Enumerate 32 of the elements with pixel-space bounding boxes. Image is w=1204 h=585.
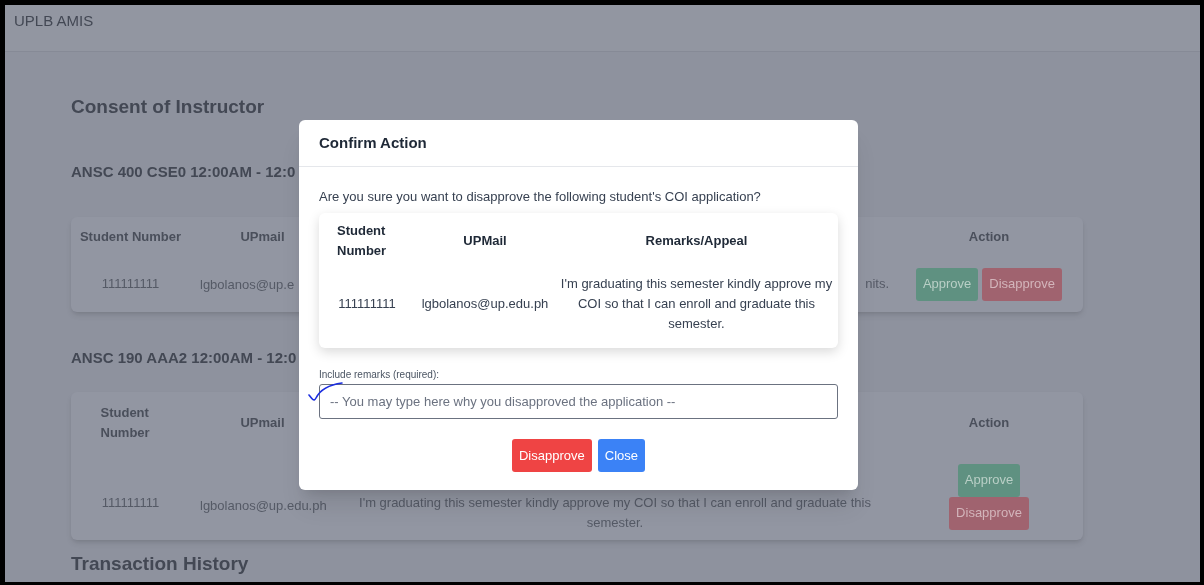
field-label: Include remarks (required): [319,368,440,382]
table-cell-text: 111111111 [101,493,160,512]
app-title: UPLB AMIS [14,12,94,29]
disapprove-button[interactable]: Disapprove [949,496,1029,530]
column-header: Student Number [100,403,151,442]
column-header: UPmail [240,413,285,432]
disapprove-button[interactable]: Disapprove [982,267,1063,301]
remarks-field[interactable]: -- You may type here why you disapproved the application -- [319,384,838,419]
table-cell-text: lgbolanos@up.edu.ph [421,295,549,313]
section-heading: Transaction History [71,552,249,574]
approve-button[interactable]: Approve [957,463,1021,497]
table-cell: lgbolanos@up.e [200,277,295,292]
column-header: Remarks/Appeal [645,232,748,250]
column-header: Action [968,227,1010,246]
approve-button[interactable]: Approve [915,267,979,301]
section-heading: ANSC 190 AAA2 12:00AM - 12:0 [71,347,297,368]
column-header: UPmail [240,227,285,246]
table-cell: lgbolanos@up.edu.ph [200,497,327,513]
close-button[interactable]: Close [597,439,645,472]
column-header: Student Number [337,222,388,260]
dialog-title: Confirm Action [319,132,427,153]
column-header: UPMail [463,232,507,250]
table-cell-text: I'm graduating this semester kindly approve my COI so that I can enroll and graduate this semester. [559,275,834,333]
section-heading: ANSC 400 CSE0 12:00AM - 12:0 [71,161,296,182]
table-cell-text: nits. [865,275,889,293]
table-cell-text: 111111111 [101,275,160,294]
page-title: Consent of Instructor [71,95,265,119]
dialog-message: Are you sure you want to disapprove the following student's COI application? [319,188,761,206]
column-header: Student Number [79,227,182,246]
disapprove-button[interactable]: Disapprove [512,439,592,472]
table-cell-text: 111111111 [338,295,396,313]
column-header: Action [968,413,1010,432]
